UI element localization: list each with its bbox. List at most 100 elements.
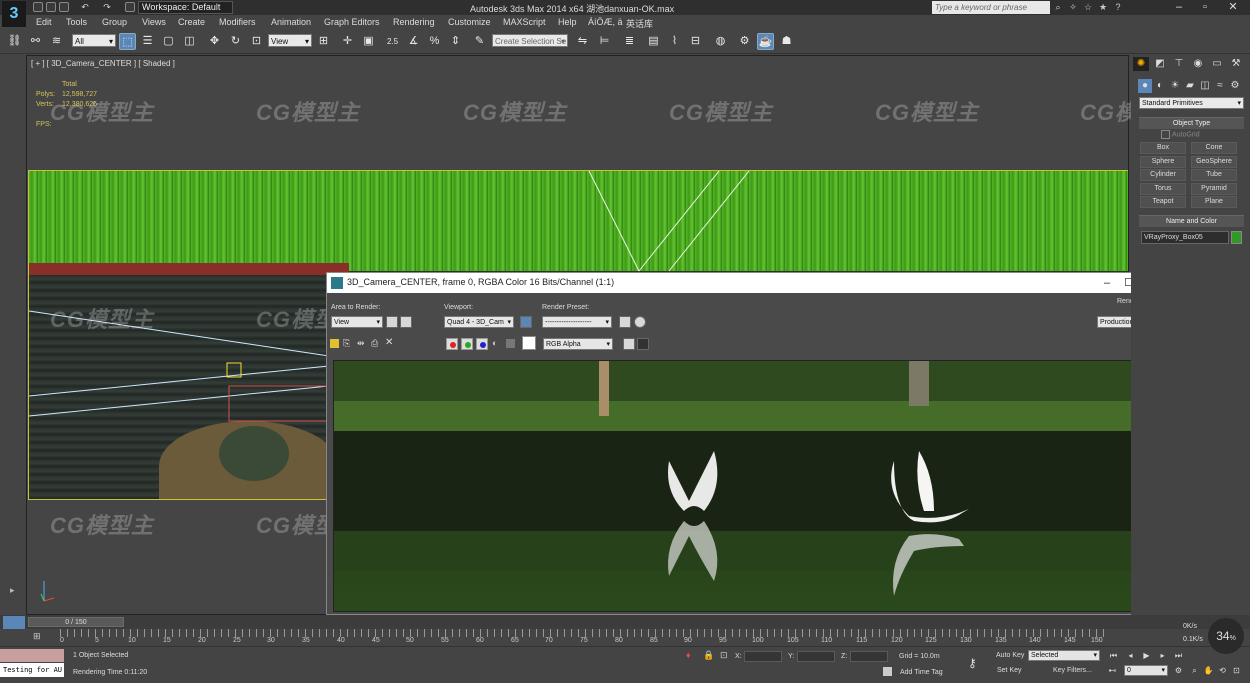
render-window-titlebar[interactable]: 3D_Camera_CENTER, frame 0, RGBA Color 16…: [327, 273, 1172, 293]
render-production-icon[interactable]: ☗: [778, 33, 795, 50]
absolute-mode-icon[interactable]: ⊡: [720, 650, 728, 661]
lock-viewport-icon[interactable]: [520, 316, 532, 328]
track-bar-icon[interactable]: ⊞: [33, 631, 41, 642]
play-icon[interactable]: ▶: [1140, 650, 1153, 661]
orbit-icon[interactable]: ⟲: [1216, 665, 1229, 676]
copy-image-icon[interactable]: ⎘: [343, 338, 350, 349]
auto-key-button[interactable]: Auto Key: [996, 652, 1024, 659]
sphere-button[interactable]: Sphere: [1140, 156, 1186, 168]
maxscript-mini-listener[interactable]: Testing for AU: [0, 663, 64, 677]
menu-group[interactable]: Group: [102, 17, 127, 27]
green-channel-toggle[interactable]: [461, 338, 473, 350]
area-to-render-dropdown[interactable]: View: [331, 316, 383, 329]
viewport-label[interactable]: [ + ] [ 3D_Camera_CENTER ] [ Shaded ]: [31, 59, 175, 68]
expand-panel-icon[interactable]: ▸: [10, 585, 15, 596]
color-swatch[interactable]: [522, 336, 536, 350]
mirror-icon[interactable]: ⇋: [574, 33, 591, 50]
render-setup-icon[interactable]: ⚙: [736, 33, 753, 50]
display-channel-dropdown[interactable]: RGB Alpha: [543, 338, 613, 351]
menu-customize[interactable]: Customize: [448, 17, 491, 27]
search-input[interactable]: Type a keyword or phrase: [932, 1, 1050, 14]
key-mode-icon[interactable]: ⊷: [1106, 665, 1119, 676]
select-scale-icon[interactable]: ⊡: [248, 33, 265, 50]
layer-manager-icon[interactable]: ≣: [621, 33, 638, 50]
zoom-percent-badge[interactable]: 34%: [1208, 618, 1244, 654]
alpha-channel-icon[interactable]: ◐: [492, 338, 497, 348]
geometry-icon[interactable]: ●: [1138, 79, 1152, 93]
open-file-icon[interactable]: [46, 2, 56, 12]
shapes-icon[interactable]: ◐: [1153, 79, 1167, 93]
systems-icon[interactable]: ⚙: [1228, 79, 1242, 93]
y-coordinate-field[interactable]: [797, 651, 835, 662]
unlink-icon[interactable]: ⚯: [27, 33, 44, 50]
angle-snap-icon[interactable]: ∡: [405, 33, 422, 50]
cameras-icon[interactable]: ▰: [1183, 79, 1197, 93]
blue-channel-toggle[interactable]: [476, 338, 488, 350]
select-manipulate-icon[interactable]: ✛: [339, 33, 356, 50]
bind-space-warp-icon[interactable]: ≋: [48, 33, 65, 50]
align-icon[interactable]: ⊨: [596, 33, 613, 50]
next-frame-icon[interactable]: ▸: [1156, 650, 1169, 661]
maximize-icon[interactable]: ▫: [1192, 0, 1218, 15]
menu-maxscript[interactable]: MAXScript: [503, 17, 546, 27]
tube-button[interactable]: Tube: [1191, 169, 1237, 181]
app-logo-icon[interactable]: 3: [2, 1, 26, 27]
save-image-icon[interactable]: [330, 339, 339, 348]
select-rotate-icon[interactable]: ↻: [227, 33, 244, 50]
render-setup-small-icon[interactable]: [619, 316, 631, 328]
object-color-swatch[interactable]: [1231, 231, 1242, 244]
environment-icon[interactable]: [634, 316, 646, 328]
plane-button[interactable]: Plane: [1191, 196, 1237, 208]
time-config-icon[interactable]: ⚙: [1172, 665, 1185, 676]
time-tag-icon[interactable]: [883, 667, 892, 676]
maximize-viewport-icon[interactable]: ⊡: [1230, 665, 1243, 676]
pivot-center-icon[interactable]: ⊞: [315, 33, 332, 50]
rendered-frame-window[interactable]: 3D_Camera_CENTER, frame 0, RGBA Color 16…: [326, 272, 1173, 615]
create-tab-icon[interactable]: ✺: [1133, 57, 1149, 71]
go-to-start-icon[interactable]: ⏮: [1107, 650, 1120, 661]
toggle-ui-icon[interactable]: [637, 338, 649, 350]
undo-icon[interactable]: ↶: [80, 2, 90, 12]
subscription-icon[interactable]: ✧: [1068, 2, 1078, 12]
menu-extra-1[interactable]: ÁíÖÆ, ä: [588, 17, 623, 27]
help-icon[interactable]: ?: [1113, 2, 1123, 12]
cone-button[interactable]: Cone: [1191, 142, 1237, 154]
object-name-field[interactable]: VRayProxy_Box05: [1141, 231, 1229, 244]
print-icon[interactable]: ⎙: [371, 338, 378, 349]
autogrid-checkbox[interactable]: AutoGrid: [1161, 130, 1200, 139]
space-warps-icon[interactable]: ≈: [1213, 79, 1227, 93]
close-icon[interactable]: ✕: [1220, 0, 1246, 15]
graphite-ribbon-icon[interactable]: ▤: [645, 33, 662, 50]
menu-create[interactable]: Create: [178, 17, 205, 27]
primitive-category-dropdown[interactable]: Standard Primitives: [1139, 97, 1244, 110]
previous-frame-icon[interactable]: ◂: [1124, 650, 1137, 661]
toggle-ui-overlay-icon[interactable]: [623, 338, 635, 350]
project-folder-icon[interactable]: [125, 2, 135, 12]
minimize-icon[interactable]: –: [1166, 0, 1192, 15]
auto-region-icon[interactable]: [400, 316, 412, 328]
z-coordinate-field[interactable]: [850, 651, 888, 662]
teapot-button[interactable]: Teapot: [1140, 196, 1186, 208]
monochrome-icon[interactable]: [506, 339, 515, 348]
cylinder-button[interactable]: Cylinder: [1140, 169, 1186, 181]
edit-region-icon[interactable]: [386, 316, 398, 328]
geosphere-button[interactable]: GeoSphere: [1191, 156, 1237, 168]
menu-rendering[interactable]: Rendering: [393, 17, 435, 27]
menu-views[interactable]: Views: [142, 17, 166, 27]
red-channel-toggle[interactable]: [446, 338, 458, 350]
reference-coordinate-dropdown[interactable]: View: [268, 34, 312, 48]
menu-tools[interactable]: Tools: [66, 17, 87, 27]
box-button[interactable]: Box: [1140, 142, 1186, 154]
edit-named-selection-icon[interactable]: ✎: [471, 33, 488, 50]
go-to-end-icon[interactable]: ⏭: [1172, 650, 1185, 661]
set-key-button[interactable]: Set Key: [997, 667, 1022, 674]
motion-tab-icon[interactable]: ◉: [1190, 57, 1206, 71]
clone-frame-icon[interactable]: ⇹: [357, 338, 365, 349]
maxscript-listener-top[interactable]: [0, 649, 64, 662]
rectangular-selection-icon[interactable]: ▢: [160, 33, 177, 50]
pyramid-button[interactable]: Pyramid: [1191, 183, 1237, 195]
time-slider[interactable]: 0 / 150: [28, 617, 124, 627]
selection-lock-icon[interactable]: 🔒: [703, 650, 714, 661]
keyboard-shortcut-icon[interactable]: ▣: [360, 33, 377, 50]
menu-animation[interactable]: Animation: [271, 17, 311, 27]
